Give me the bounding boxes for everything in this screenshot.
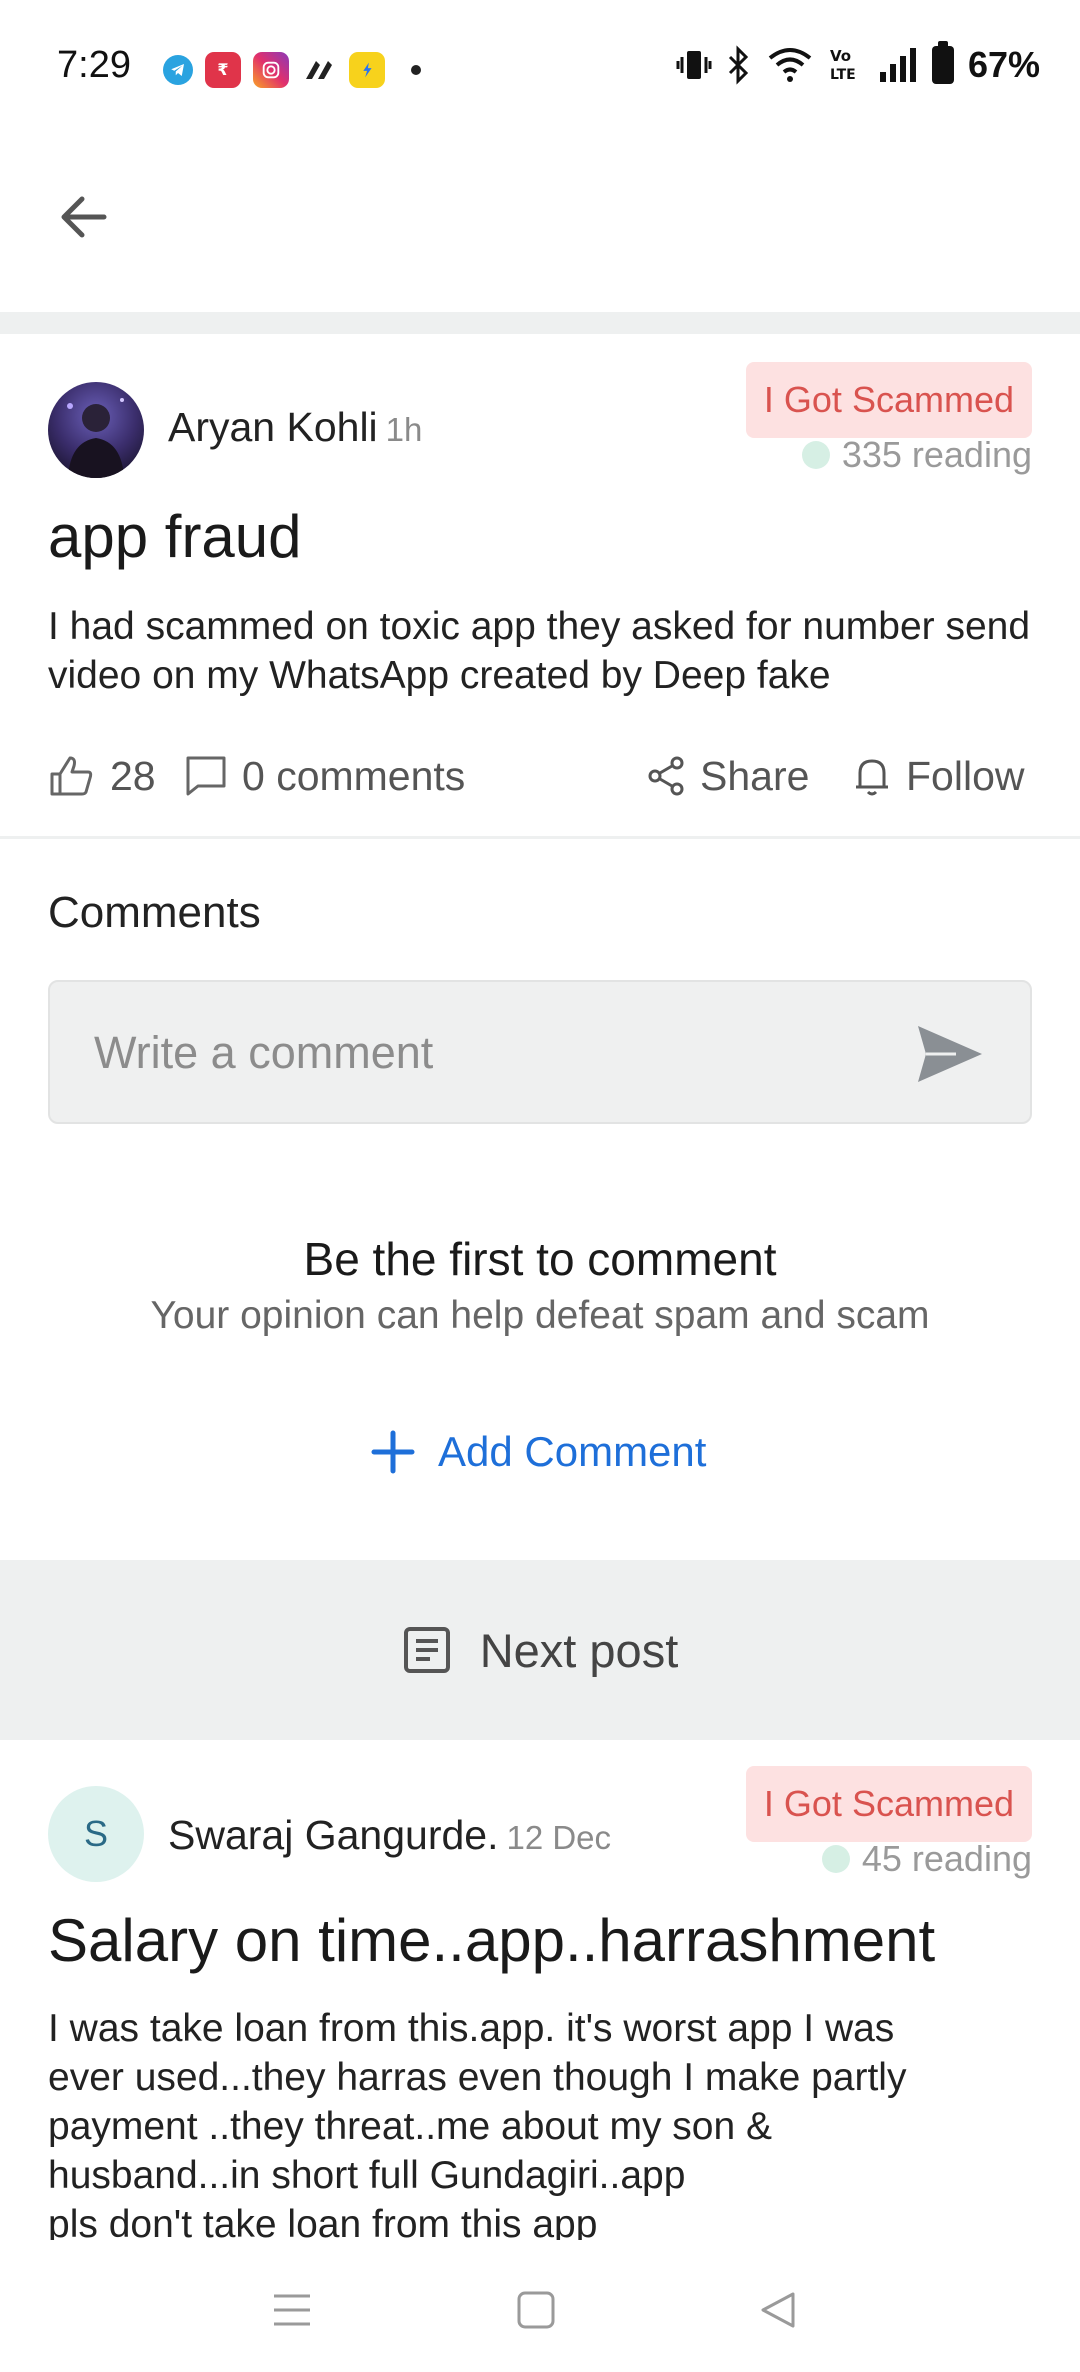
comments-button[interactable]: 0 comments bbox=[184, 748, 465, 804]
home-square-icon bbox=[517, 2291, 555, 2329]
instagram-icon bbox=[253, 52, 289, 88]
category-tag[interactable]: I Got Scammed bbox=[745, 1766, 1032, 1842]
post-body: I had scammed on toxic app they asked fo… bbox=[48, 605, 1031, 697]
wifi-icon bbox=[768, 48, 812, 82]
recent-apps-button[interactable] bbox=[252, 2270, 332, 2350]
share-label: Share bbox=[700, 752, 810, 799]
system-status-icons: Vo LTE 67% bbox=[676, 41, 1040, 86]
notification-icons: ₹ bbox=[163, 52, 421, 88]
reading-count-label: 335 reading bbox=[841, 434, 1032, 475]
more-notifications-dot bbox=[411, 65, 421, 75]
section-divider bbox=[0, 312, 1080, 334]
category-tag[interactable]: I Got Scammed bbox=[745, 362, 1032, 438]
flipkart-icon bbox=[349, 52, 385, 88]
next-post-button[interactable]: Next post bbox=[0, 1560, 1080, 1740]
share-button[interactable]: Share bbox=[646, 748, 809, 804]
battery-icon bbox=[931, 41, 954, 84]
comment-icon bbox=[186, 756, 226, 796]
bluetooth-icon bbox=[728, 45, 749, 85]
reading-count: 45 reading bbox=[821, 1838, 1032, 1880]
svg-text:LTE: LTE bbox=[830, 67, 856, 83]
share-icon bbox=[648, 756, 684, 796]
menu-icon bbox=[274, 2294, 310, 2326]
follow-label: Follow bbox=[906, 752, 1025, 799]
avatar[interactable]: S bbox=[48, 1786, 144, 1882]
avatar[interactable] bbox=[48, 382, 144, 478]
svg-text:Vo: Vo bbox=[830, 47, 851, 65]
post-title: Salary on time..app..harrashment bbox=[48, 1907, 936, 1974]
signal-icon bbox=[879, 48, 916, 82]
divider bbox=[0, 836, 1080, 839]
post-author[interactable]: Swaraj Gangurde. 12 Dec bbox=[168, 1812, 611, 1859]
post-author[interactable]: Aryan Kohli 1h bbox=[168, 404, 422, 451]
post-actions: 28 0 comments Share Follow bbox=[0, 748, 1080, 804]
comments-heading: Comments bbox=[48, 888, 261, 937]
post-body-line: pls don't take loan from this app bbox=[48, 2203, 598, 2240]
post-time: 12 Dec bbox=[506, 1819, 612, 1856]
live-dot bbox=[821, 1845, 850, 1873]
thumbs-up-icon bbox=[50, 756, 93, 796]
reading-count: 335 reading bbox=[801, 434, 1032, 476]
post-body-line: payment ..they threat..me about my son & bbox=[48, 2105, 773, 2148]
empty-comments-title: Be the first to comment bbox=[303, 1233, 777, 1285]
status-bar: 7:29 ₹ Vo LTE 67% bbox=[0, 0, 1080, 140]
telegram-icon bbox=[163, 55, 193, 85]
back-arrow-icon bbox=[61, 196, 107, 238]
article-icon bbox=[403, 1627, 450, 1673]
send-button[interactable] bbox=[916, 1022, 984, 1086]
post-body-line: I was take loan from this.app. it's wors… bbox=[48, 2007, 895, 2050]
post-time: 1h bbox=[385, 411, 423, 448]
back-button[interactable] bbox=[52, 185, 116, 249]
comment-input[interactable] bbox=[94, 1020, 894, 1086]
add-comment-button[interactable]: Add Comment bbox=[370, 1420, 706, 1484]
comment-box bbox=[48, 980, 1032, 1124]
status-time: 7:29 bbox=[57, 44, 131, 86]
send-icon bbox=[918, 1026, 982, 1082]
live-dot bbox=[801, 441, 830, 469]
reading-count-label: 45 reading bbox=[861, 1838, 1032, 1879]
like-count: 28 bbox=[110, 752, 156, 799]
post-title: app fraud bbox=[48, 503, 302, 570]
plus-icon bbox=[371, 1430, 415, 1474]
vibrate-icon bbox=[676, 51, 712, 79]
home-button[interactable] bbox=[496, 2270, 576, 2350]
back-nav-button[interactable] bbox=[738, 2270, 818, 2350]
empty-comments-subtitle: Your opinion can help defeat spam and sc… bbox=[150, 1294, 930, 1337]
back-triangle-icon bbox=[761, 2292, 795, 2328]
post-body: I was take loan from this.app. it's wors… bbox=[48, 2004, 1038, 2240]
paytm-icon: ₹ bbox=[205, 52, 241, 88]
add-comment-label: Add Comment bbox=[438, 1428, 707, 1475]
like-button[interactable]: 28 bbox=[48, 748, 156, 804]
system-nav-bar bbox=[0, 2240, 1080, 2372]
comment-count: 0 comments bbox=[242, 752, 466, 799]
follow-button[interactable]: Follow bbox=[852, 748, 1024, 804]
author-name: Swaraj Gangurde. bbox=[168, 1812, 499, 1858]
post-body-line: husband...in short full Gundagiri..app bbox=[48, 2154, 686, 2197]
post-body-line: ever used...they harras even though I ma… bbox=[48, 2056, 907, 2099]
author-name: Aryan Kohli bbox=[168, 404, 378, 450]
bell-icon bbox=[856, 759, 888, 796]
battery-level: 67% bbox=[967, 44, 1040, 85]
volte-icon: Vo LTE bbox=[830, 47, 856, 83]
avatar-initial: S bbox=[83, 1813, 108, 1854]
app-icon bbox=[301, 52, 337, 88]
next-post-label: Next post bbox=[479, 1623, 679, 1677]
